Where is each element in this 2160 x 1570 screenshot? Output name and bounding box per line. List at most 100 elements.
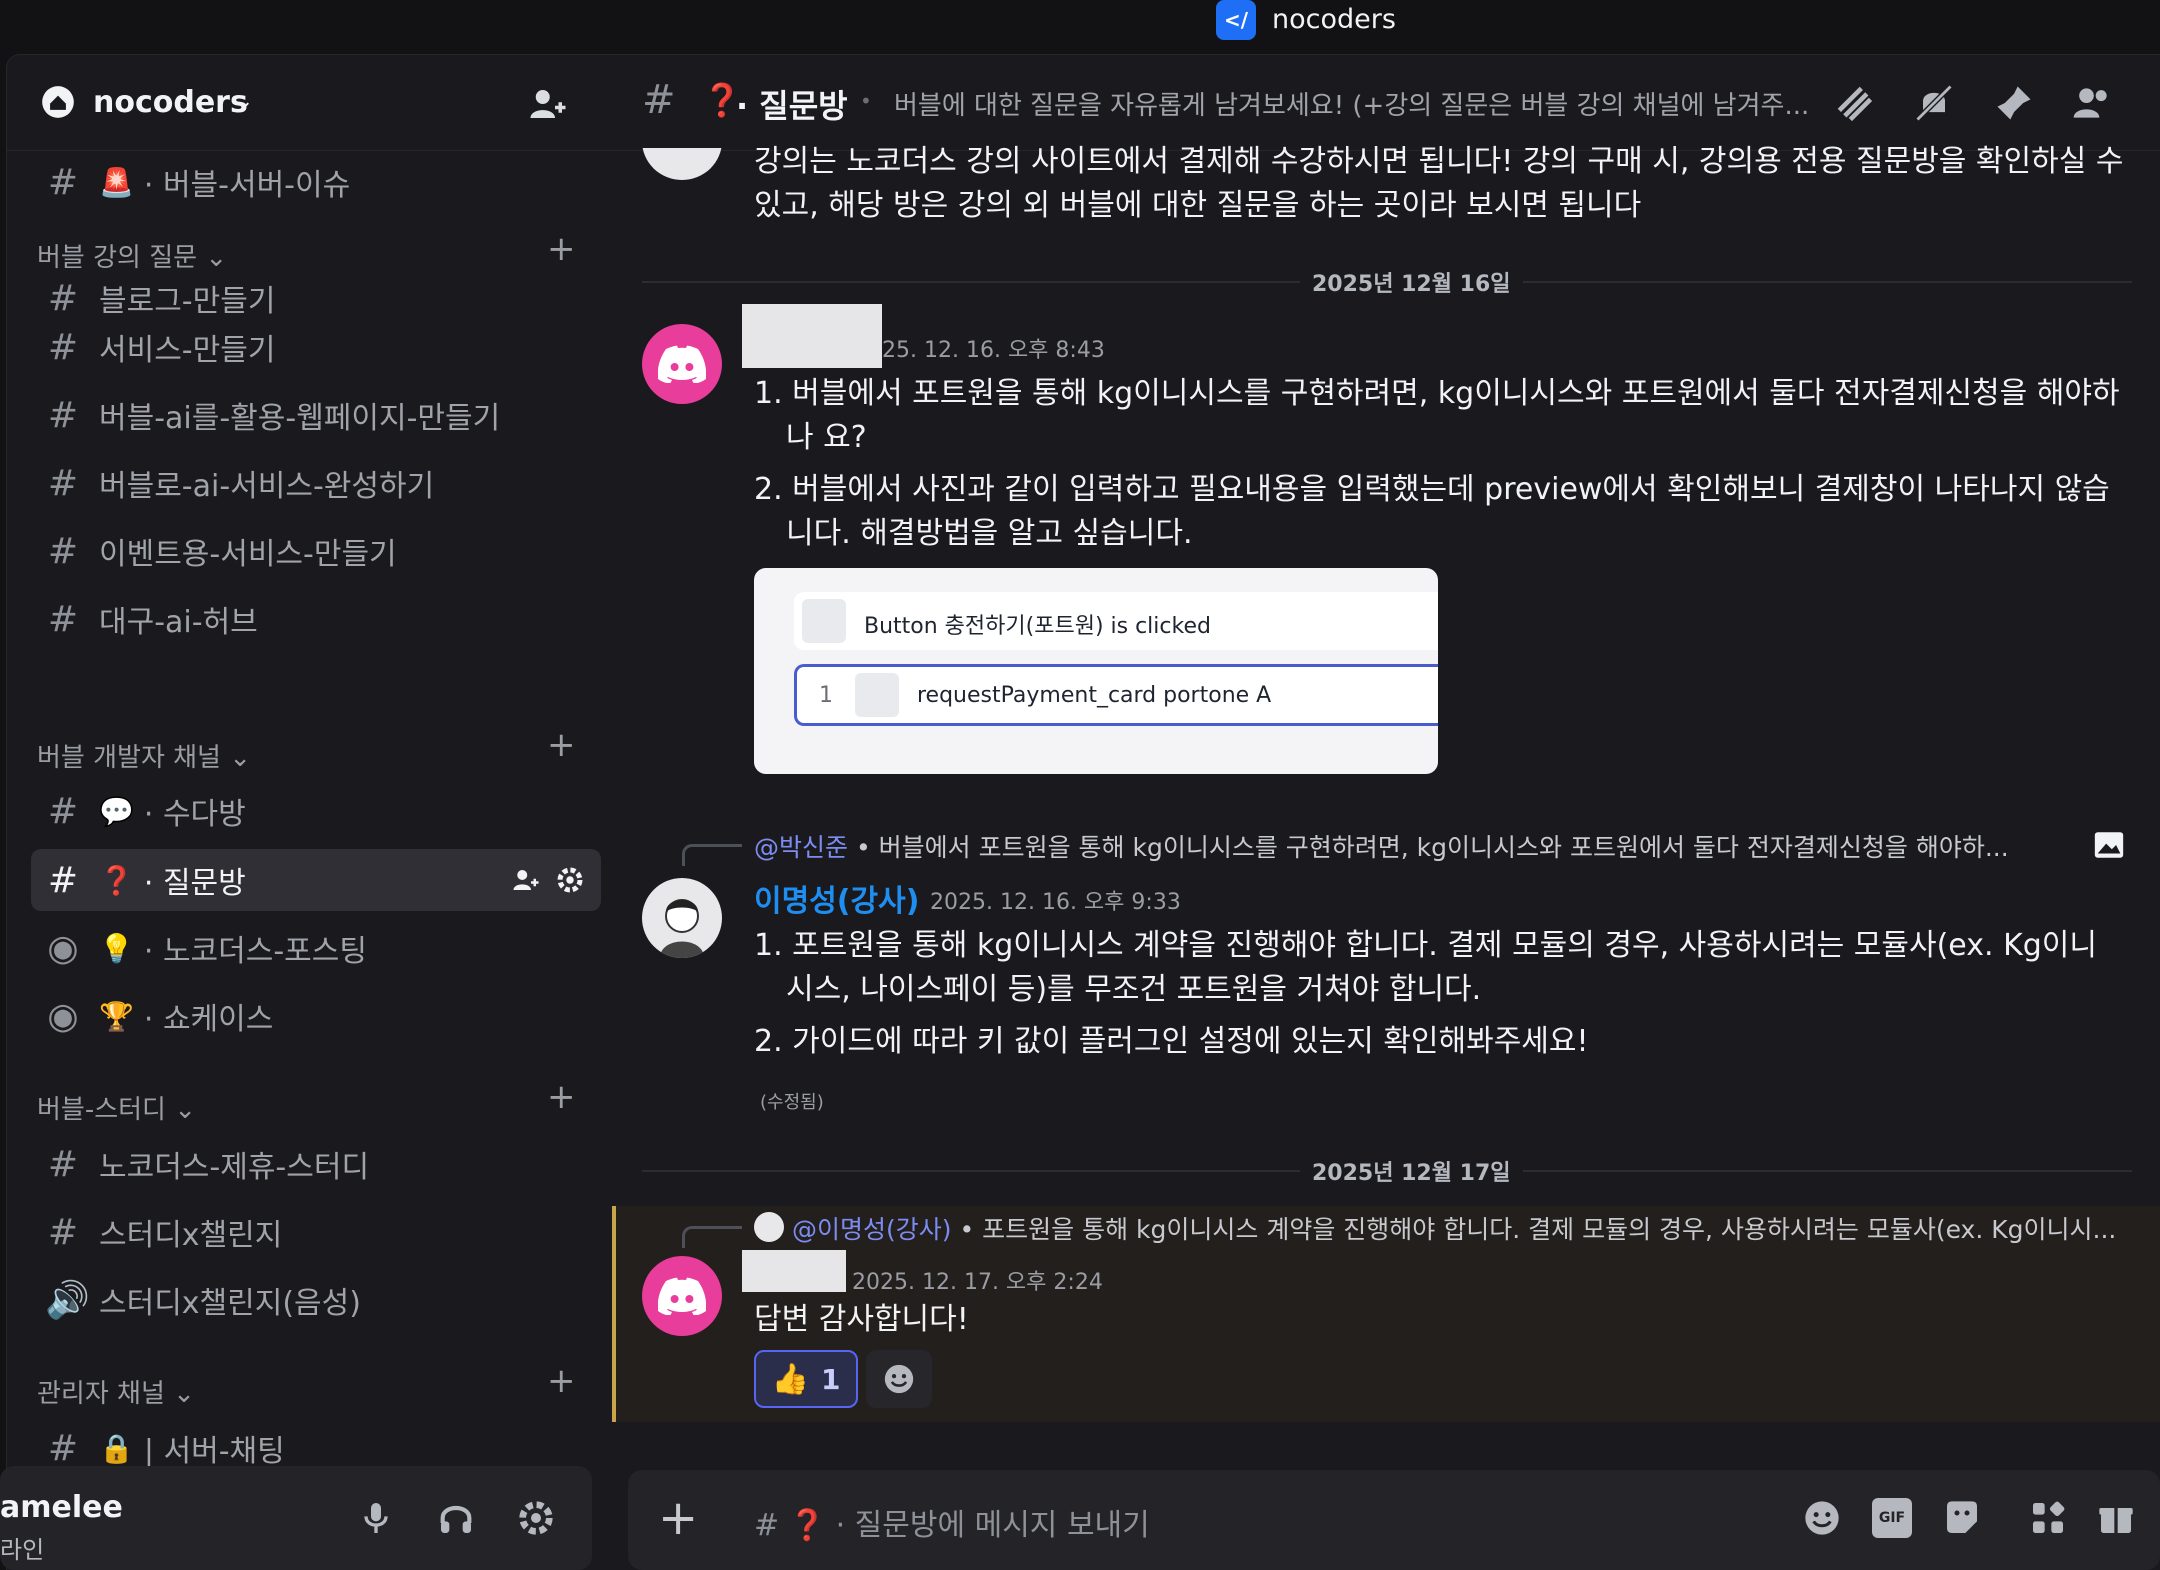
channel-sidebar: nocoders ⌄ # 🚨 · 버블-서버-이슈 버블 강의 질문 ⌄ + #… bbox=[6, 54, 612, 1570]
input-placeholder: · 질문방에 메시지 보내기 bbox=[835, 1508, 1150, 1543]
message-text: 강의는 노코더스 강의 사이트에서 결제해 수강하시면 됩니다! 강의 구매 시… bbox=[754, 144, 2124, 223]
category-study[interactable]: 버블-스터디 ⌄ bbox=[37, 1089, 196, 1126]
discord-logo-icon bbox=[658, 345, 706, 383]
reply-preview[interactable]: @박신준 • 버블에서 포트원을 통해 kg이니시스를 구현하려면, kg이니시… bbox=[754, 828, 2074, 864]
thread-hash-icon: # bbox=[47, 598, 79, 640]
forum-icon: ◉ bbox=[47, 995, 79, 1037]
avatar[interactable] bbox=[642, 878, 722, 958]
add-channel-button[interactable]: + bbox=[547, 1077, 576, 1117]
threads-icon[interactable] bbox=[1832, 81, 1876, 125]
date-label: 2025년 12월 17일 bbox=[1300, 1155, 1523, 1187]
channel-label: 노코더스-제휴-스터디 bbox=[99, 1150, 370, 1185]
user-panel: amelee 라인 bbox=[0, 1466, 592, 1570]
gift-icon[interactable] bbox=[2096, 1498, 2136, 1538]
add-channel-button[interactable]: + bbox=[547, 229, 576, 269]
reply-author[interactable]: @이명성(강사) bbox=[792, 1215, 952, 1244]
reaction-thumbs-up[interactable]: 👍 1 bbox=[754, 1350, 858, 1408]
channel-item-partner-study[interactable]: # 노코더스-제휴-스터디 bbox=[31, 1133, 601, 1195]
lightning-icon bbox=[855, 673, 899, 717]
cursor-icon bbox=[802, 599, 846, 643]
category-admin[interactable]: 관리자 채널 ⌄ bbox=[37, 1373, 195, 1410]
channel-item-questions[interactable]: # ❓ · 질문방 bbox=[31, 849, 601, 911]
gear-icon[interactable] bbox=[555, 865, 585, 895]
attach-plus-button[interactable]: + bbox=[658, 1490, 698, 1546]
server-header[interactable]: nocoders ⌄ bbox=[7, 55, 612, 151]
microphone-icon[interactable] bbox=[356, 1498, 396, 1538]
thread-hash-icon: # bbox=[47, 530, 79, 572]
app-logo-icon: </ bbox=[1216, 0, 1256, 40]
user-name[interactable]: amelee bbox=[0, 1490, 123, 1525]
avatar[interactable] bbox=[642, 324, 722, 404]
speaker-icon: 🔊 bbox=[45, 1280, 90, 1321]
message-text: 답변 감사합니다! bbox=[754, 1302, 969, 1337]
reply-author[interactable]: @박신준 bbox=[754, 833, 848, 862]
thread-hash-icon: # bbox=[47, 462, 79, 504]
message-timestamp: 25. 12. 16. 오후 8:43 bbox=[882, 338, 1105, 363]
speech-bubble-emoji: 💬 bbox=[99, 794, 134, 828]
person-avatar-icon bbox=[660, 899, 704, 958]
message-list-item: 2. 가이드에 따라 키 값이 플러그인 설정에 있는지 확인해봐주세요! bbox=[754, 1024, 1589, 1059]
add-reaction-button[interactable] bbox=[866, 1350, 932, 1408]
server-name[interactable]: nocoders bbox=[93, 85, 248, 120]
channel-item-study-voice[interactable]: 🔊 스터디x챌린지(음성) bbox=[31, 1269, 601, 1331]
question-emoji: ❓ bbox=[788, 1508, 827, 1543]
channel-item-ai-webpage[interactable]: # 버블-ai를-활용-웹페이지-만들기 bbox=[31, 384, 601, 446]
hash-icon: # bbox=[47, 790, 79, 832]
bulb-emoji: 💡 bbox=[99, 931, 134, 965]
channel-item-event[interactable]: # 이벤트용-서비스-만들기 bbox=[31, 520, 601, 582]
edited-label: (수정됨) bbox=[760, 1092, 824, 1113]
image-attachment[interactable]: Button 충전하기(포트원) is clicked 1 requestPay… bbox=[754, 568, 1438, 774]
hash-icon: # bbox=[642, 77, 676, 123]
gif-button[interactable]: GIF bbox=[1872, 1498, 1912, 1538]
thread-hash-icon: # bbox=[47, 1211, 79, 1253]
channel-item-ai-service[interactable]: # 버블로-ai-서비스-완성하기 bbox=[31, 452, 601, 514]
headphones-icon[interactable] bbox=[436, 1498, 476, 1538]
channel-item-server-issue[interactable]: # 🚨 · 버블-서버-이슈 bbox=[31, 151, 601, 213]
message-author[interactable]: 이명성(강사) bbox=[754, 876, 919, 920]
apps-icon[interactable] bbox=[2028, 1498, 2068, 1538]
thread-hash-icon: # bbox=[47, 326, 79, 368]
hash-icon: # bbox=[47, 161, 79, 203]
message-input[interactable]: # ❓ · 질문방에 메시지 보내기 bbox=[754, 1500, 1150, 1544]
channel-title: · 질문방 bbox=[736, 87, 848, 125]
category-dev-channel[interactable]: 버블 개발자 채널 ⌄ bbox=[37, 737, 251, 774]
channel-label: · 노코더스-포스팅 bbox=[143, 934, 367, 969]
channel-label: · 버블-서버-이슈 bbox=[143, 168, 351, 203]
channel-item-chat[interactable]: # 💬 · 수다방 bbox=[31, 780, 601, 842]
channel-item-service[interactable]: # 서비스-만들기 bbox=[31, 316, 601, 378]
channel-item-posting[interactable]: ◉ 💡 · 노코더스-포스팅 bbox=[31, 917, 601, 979]
thread-hash-icon: # bbox=[47, 277, 79, 319]
server-home-icon bbox=[42, 86, 74, 118]
hash-icon: # bbox=[754, 1508, 780, 1543]
message-list-item: 1. 포트원을 통해 kg이니시스 계약을 진행해야 합니다. 결제 모듈의 경… bbox=[754, 928, 2097, 1007]
add-channel-button[interactable]: + bbox=[547, 725, 576, 765]
channel-label: 버블-ai를-활용-웹페이지-만들기 bbox=[99, 401, 501, 436]
gear-icon[interactable] bbox=[516, 1498, 556, 1538]
reply-preview[interactable]: @이명성(강사) • 포트원을 통해 kg이니시스 계약을 진행해야 합니다. … bbox=[792, 1210, 2132, 1246]
channel-topic[interactable]: 버블에 대한 질문을 자유롭게 남겨보세요! (+강의 질문은 버블 강의 채널… bbox=[894, 85, 1834, 122]
sticker-icon[interactable] bbox=[1942, 1498, 1982, 1538]
invite-user-icon[interactable] bbox=[511, 865, 541, 895]
channel-item-study-challenge[interactable]: # 스터디x챌린지 bbox=[31, 1201, 601, 1263]
chevron-down-icon[interactable]: ⌄ bbox=[235, 89, 253, 114]
add-channel-button[interactable]: + bbox=[547, 1361, 576, 1401]
trophy-emoji: 🏆 bbox=[99, 999, 134, 1033]
window-title: nocoders bbox=[1272, 4, 1396, 35]
avatar[interactable] bbox=[642, 1256, 722, 1336]
channel-label: · 쇼케이스 bbox=[143, 1002, 274, 1037]
channel-label: | 서버-채팅 bbox=[143, 1434, 285, 1469]
message-composer: + # ❓ · 질문방에 메시지 보내기 GIF bbox=[628, 1470, 2160, 1570]
thread-hash-icon: # bbox=[47, 394, 79, 436]
channel-label: 스터디x챌린지(음성) bbox=[99, 1286, 361, 1321]
channel-item-showcase[interactable]: ◉ 🏆 · 쇼케이스 bbox=[31, 985, 601, 1047]
members-icon[interactable] bbox=[2070, 81, 2114, 125]
channel-item-daegu[interactable]: # 대구-ai-허브 bbox=[31, 588, 601, 650]
invite-user-icon[interactable] bbox=[527, 83, 569, 125]
redacted-username bbox=[742, 1250, 846, 1292]
bell-muted-icon[interactable] bbox=[1912, 81, 1956, 125]
emoji-icon[interactable] bbox=[1802, 1498, 1842, 1538]
image-icon bbox=[2094, 832, 2124, 858]
discord-logo-icon bbox=[658, 1277, 706, 1315]
user-status: 라인 bbox=[0, 1536, 45, 1564]
pin-icon[interactable] bbox=[1992, 81, 2036, 125]
